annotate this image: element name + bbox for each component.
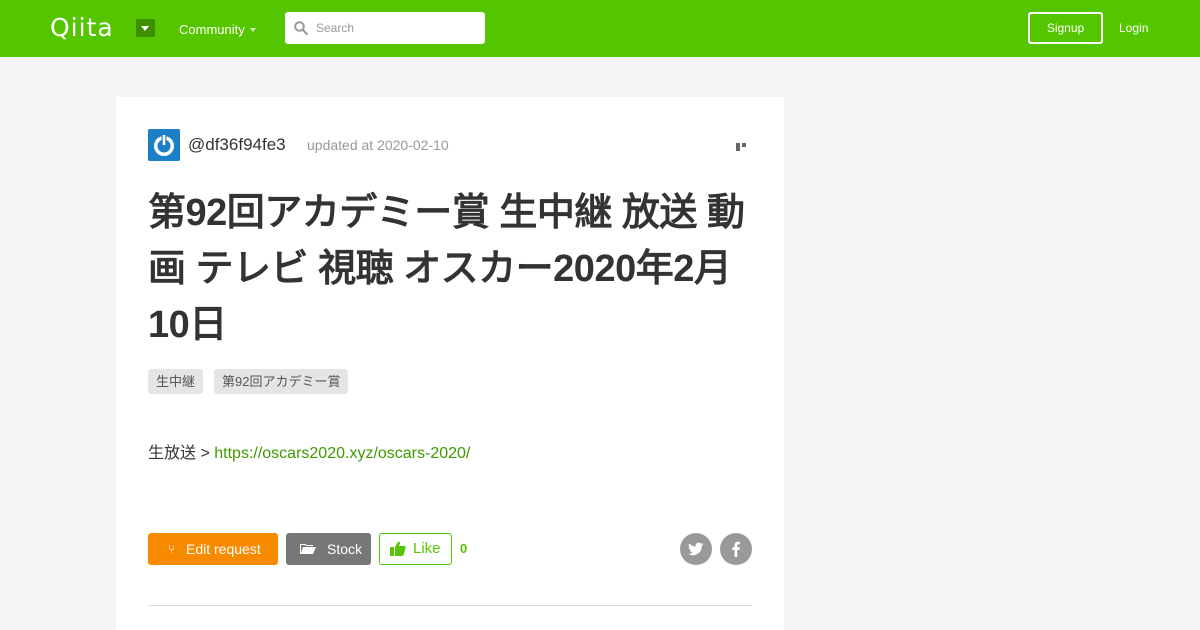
search-input[interactable]: [316, 12, 476, 44]
folder-icon: [300, 544, 316, 554]
author-username[interactable]: @df36f94fe3: [188, 135, 286, 155]
community-menu[interactable]: Community: [179, 22, 245, 38]
updated-date: updated at 2020-02-10: [307, 137, 449, 153]
article-body: 生放送 > https://oscars2020.xyz/oscars-2020…: [148, 444, 470, 464]
tag-item[interactable]: 生中継: [148, 369, 204, 394]
facebook-share-button[interactable]: [720, 533, 752, 565]
divider: [148, 605, 752, 606]
avatar[interactable]: [148, 129, 180, 161]
edit-request-button[interactable]: ⑂ Edit request: [148, 533, 278, 565]
stock-button[interactable]: Stock: [286, 533, 371, 565]
search-box: [285, 12, 485, 44]
logo-dropdown-button[interactable]: [136, 19, 155, 37]
like-button[interactable]: Like: [379, 533, 452, 565]
login-link[interactable]: Login: [1119, 20, 1148, 36]
like-count[interactable]: 0: [460, 541, 467, 557]
facebook-icon: [732, 541, 740, 557]
thumbs-up-icon: [390, 541, 406, 556]
twitter-share-button[interactable]: [680, 533, 712, 565]
caret-down-icon: [250, 28, 256, 32]
global-header: Qiita Community Signup Login: [0, 0, 1200, 57]
body-text-prefix: 生放送 >: [148, 445, 215, 462]
article-title: 第92回アカデミー賞 生中継 放送 動画 テレビ 視聴 オスカー2020年2月1…: [148, 192, 745, 346]
branch-icon: ⑂: [168, 542, 176, 556]
twitter-icon: [688, 542, 704, 556]
tag-item[interactable]: 第92回アカデミー賞: [214, 369, 349, 394]
like-label: Like: [413, 540, 441, 557]
stock-label: Stock: [327, 541, 363, 557]
signup-button[interactable]: Signup: [1028, 12, 1103, 44]
more-icon[interactable]: [736, 143, 752, 151]
edit-request-label: Edit request: [186, 541, 261, 557]
qiita-logo[interactable]: Qiita: [50, 14, 114, 42]
body-link[interactable]: https://oscars2020.xyz/oscars-2020/: [214, 445, 470, 462]
search-icon: [294, 21, 308, 35]
